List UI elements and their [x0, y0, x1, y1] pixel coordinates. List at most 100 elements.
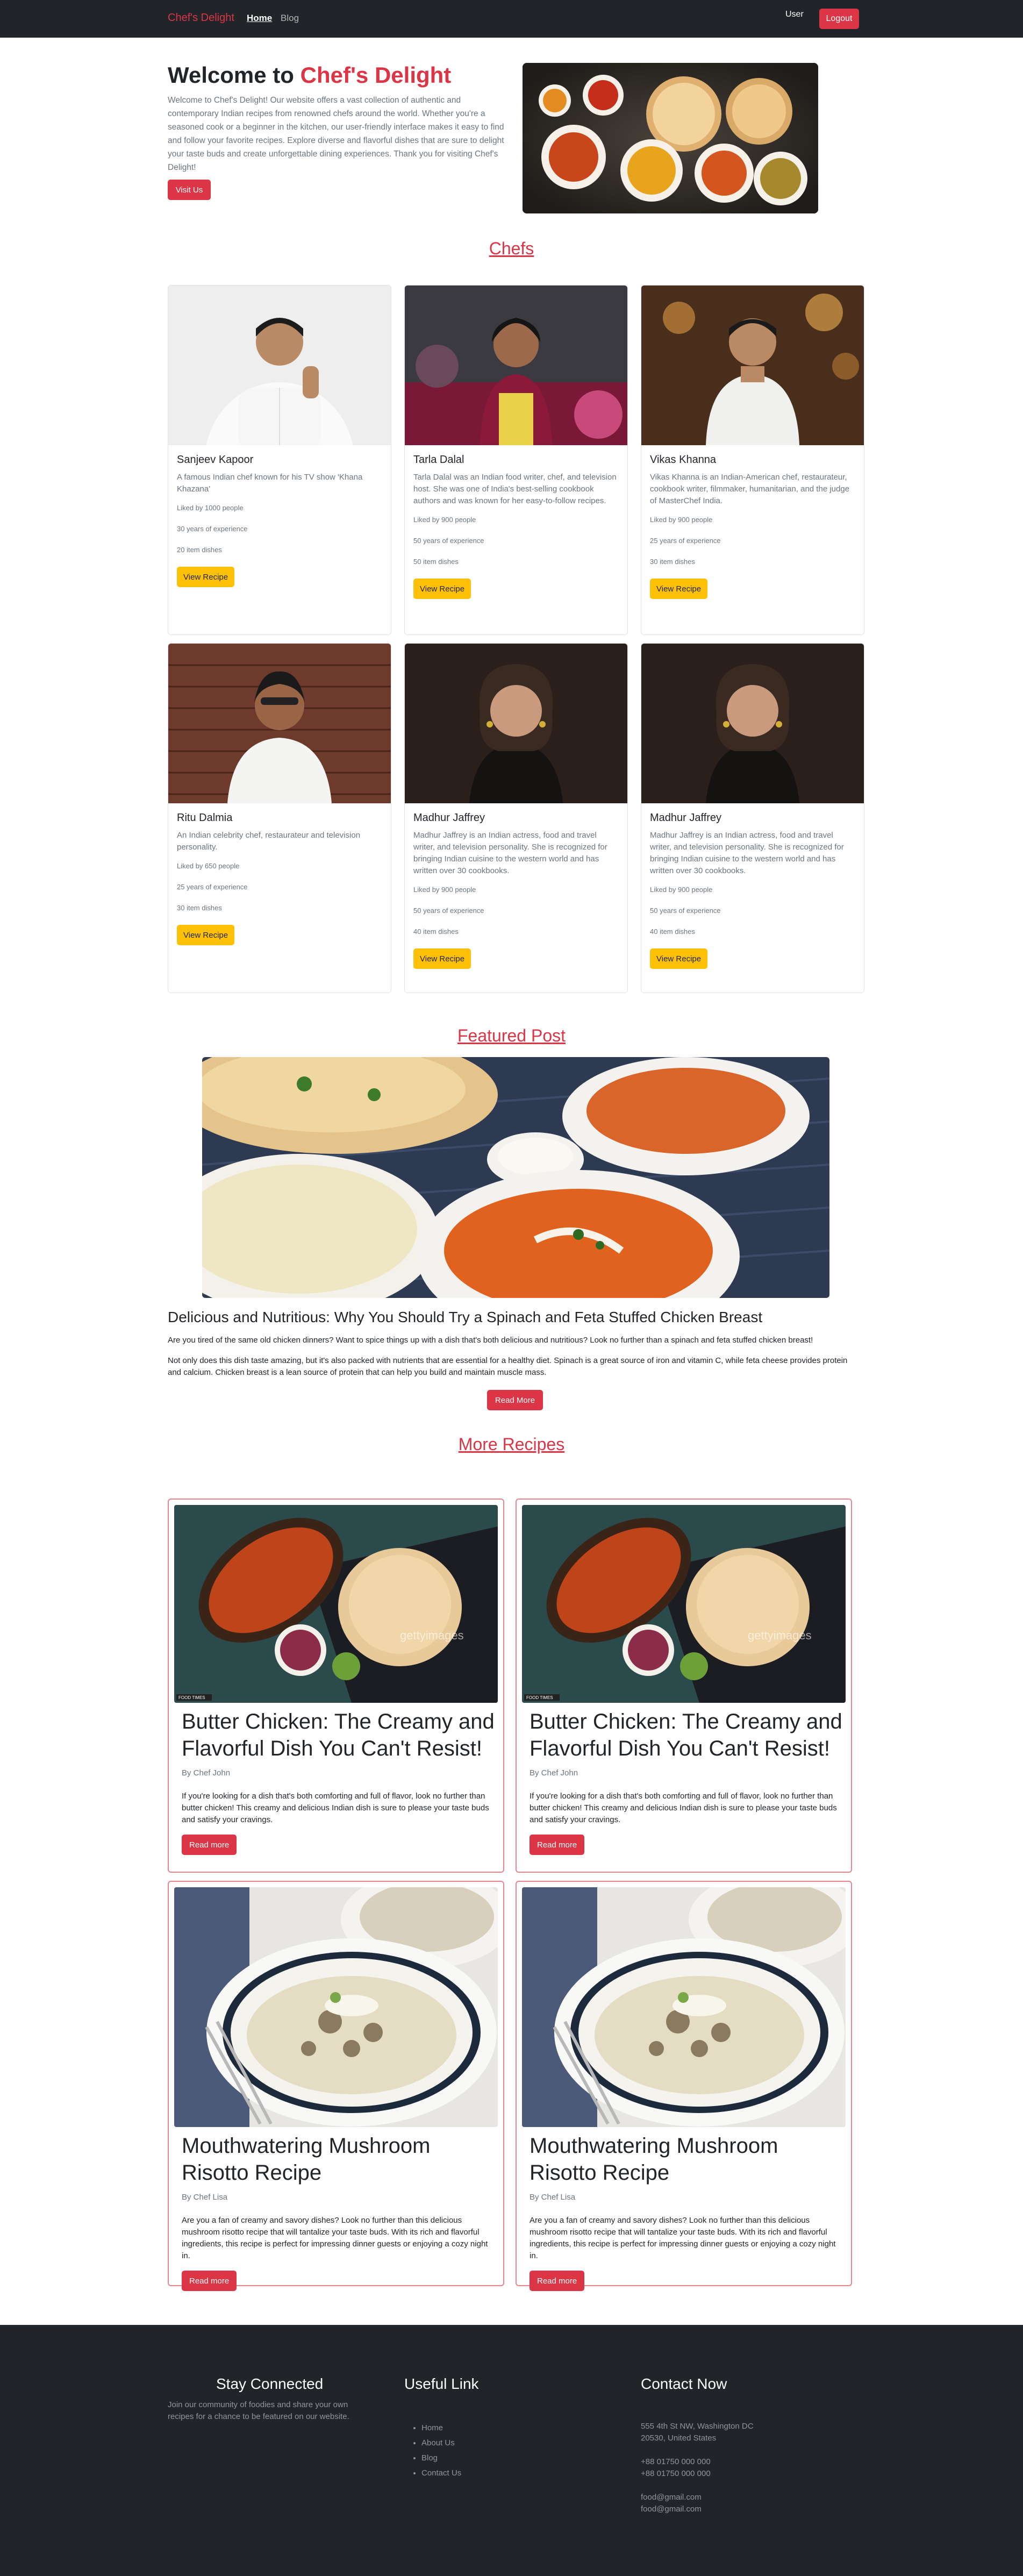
featured-section-title: Featured Post: [457, 1026, 566, 1045]
chef-name: Madhur Jaffrey: [650, 812, 722, 824]
recipe-author: By Chef Lisa: [182, 2193, 228, 2202]
view-recipe-button[interactable]: View Recipe: [650, 579, 708, 599]
hero-food-image: [523, 63, 818, 213]
recipe-image: [522, 1887, 846, 2127]
chef-likes: Liked by 1000 people: [177, 504, 244, 512]
chef-description: Vikas Khanna is an Indian-American chef,…: [650, 473, 850, 505]
hero-title-accent: Chef's Delight: [300, 62, 452, 88]
chef-name: Sanjeev Kapoor: [177, 454, 254, 466]
chef-description: Madhur Jaffrey is an Indian actress, foo…: [650, 831, 844, 875]
chef-experience: 50 years of experience: [650, 907, 721, 915]
recipe-image: gettyimages FOOD TIMES: [174, 1505, 498, 1703]
recipe-title: Mouthwatering Mushroom Risotto Recipe: [182, 2134, 431, 2185]
view-recipe-button[interactable]: View Recipe: [413, 948, 471, 969]
chef-dishes: 20 item dishes: [177, 546, 222, 554]
chef-dishes: 30 item dishes: [650, 558, 695, 566]
recipe-summary: If you're looking for a dish that's both…: [182, 1792, 489, 1824]
chef-likes: Liked by 900 people: [650, 516, 713, 524]
nav-blog-link[interactable]: Blog: [281, 13, 299, 24]
recipe-author: By Chef Lisa: [530, 2193, 576, 2202]
chef-photo: [405, 286, 627, 445]
hero-description: Welcome to Chef's Delight! Our website o…: [168, 96, 504, 172]
view-recipe-button[interactable]: View Recipe: [413, 579, 471, 599]
chef-likes: Liked by 650 people: [177, 862, 240, 870]
chef-experience: 30 years of experience: [177, 525, 248, 533]
chef-card: Ritu Dalmia An Indian celebrity chef, re…: [168, 643, 391, 993]
footer-links-list: Home About Us Blog Contact Us: [421, 2421, 461, 2481]
chef-description: A famous Indian chef known for his TV sh…: [177, 473, 363, 494]
chef-description: Madhur Jaffrey is an Indian actress, foo…: [413, 831, 607, 875]
recipe-image-watermark: gettyimages: [748, 1629, 812, 1642]
chef-experience: 50 years of experience: [413, 537, 484, 545]
footer-link-blog[interactable]: Blog: [421, 2451, 461, 2466]
hero-title: Welcome to Chef's Delight: [168, 62, 451, 88]
footer-stay-connected-text: Join our community of foodies and share …: [168, 2400, 349, 2421]
chef-likes: Liked by 900 people: [413, 886, 476, 894]
chefs-section-title: Chefs: [489, 239, 534, 258]
hero-title-prefix: Welcome to: [168, 62, 301, 88]
chef-photo: [168, 286, 391, 544]
read-more-button[interactable]: Read more: [530, 1835, 585, 1855]
featured-read-more-button[interactable]: Read More: [487, 1390, 543, 1410]
chef-experience: 25 years of experience: [650, 537, 721, 545]
nav-home-link[interactable]: Home: [247, 13, 272, 24]
chef-description: An Indian celebrity chef, restaurateur a…: [177, 831, 361, 852]
chef-dishes: 40 item dishes: [413, 927, 459, 936]
footer-address: 555 4th St NW, Washington DC 20530, Unit…: [641, 2422, 754, 2443]
chef-name: Madhur Jaffrey: [413, 812, 485, 824]
footer-link-home[interactable]: Home: [421, 2421, 461, 2436]
more-recipes-section-title: More Recipes: [458, 1435, 565, 1454]
chef-card: Madhur Jaffrey Madhur Jaffrey is an Indi…: [404, 643, 628, 993]
read-more-button[interactable]: Read more: [530, 2271, 585, 2291]
recipe-image-badge: FOOD TIMES: [526, 1695, 553, 1700]
chef-card: Vikas Khanna Vikas Khanna is an Indian-A…: [641, 285, 864, 635]
chef-name: Vikas Khanna: [650, 454, 717, 466]
read-more-button[interactable]: Read more: [182, 2271, 237, 2291]
featured-post-paragraph: Not only does this dish taste amazing, b…: [168, 1356, 848, 1377]
recipe-image: gettyimages FOOD TIMES: [522, 1505, 846, 1703]
chef-photo: [641, 286, 864, 445]
featured-post-title: Delicious and Nutritious: Why You Should…: [168, 1309, 763, 1325]
recipe-title: Butter Chicken: The Creamy and Flavorful…: [182, 1710, 495, 1760]
recipe-card: gettyimages FOOD TIMES Butter Chicken: T…: [168, 1498, 504, 1873]
recipe-author: By Chef John: [182, 1768, 231, 1778]
recipe-card: gettyimages FOOD TIMES Butter Chicken: T…: [516, 1498, 852, 1873]
chef-dishes: 50 item dishes: [413, 558, 459, 566]
chef-likes: Liked by 900 people: [413, 516, 476, 524]
recipe-image-badge: FOOD TIMES: [178, 1695, 205, 1700]
recipe-author: By Chef John: [530, 1768, 578, 1778]
chef-dishes: 30 item dishes: [177, 904, 222, 912]
recipe-title: Mouthwatering Mushroom Risotto Recipe: [530, 2134, 778, 2185]
featured-post-paragraph: Are you tired of the same old chicken di…: [168, 1336, 813, 1345]
read-more-button[interactable]: Read more: [182, 1835, 237, 1855]
chef-photo: [405, 644, 627, 803]
footer-link-about[interactable]: About Us: [421, 2436, 461, 2451]
brand-logo[interactable]: Chef's Delight: [168, 12, 234, 24]
footer-contact-title: Contact Now: [641, 2375, 727, 2392]
logout-button[interactable]: Logout: [819, 9, 859, 29]
view-recipe-button[interactable]: View Recipe: [177, 567, 235, 587]
footer-stay-connected-title: Stay Connected: [216, 2375, 324, 2392]
recipe-summary: Are you a fan of creamy and savory dishe…: [182, 2216, 488, 2260]
footer-phone: +88 01750 000 000: [641, 2457, 711, 2466]
chef-description: Tarla Dalal was an Indian food writer, c…: [413, 473, 617, 505]
featured-post-image: [202, 1057, 829, 1298]
footer-useful-links-title: Useful Link: [404, 2375, 479, 2392]
chef-experience: 25 years of experience: [177, 883, 248, 891]
chef-photo: [641, 644, 864, 803]
chef-card: Tarla Dalal Tarla Dalal was an Indian fo…: [404, 285, 628, 635]
chef-likes: Liked by 900 people: [650, 886, 713, 894]
view-recipe-button[interactable]: View Recipe: [650, 948, 708, 969]
chef-dishes: 40 item dishes: [650, 927, 695, 936]
recipe-summary: If you're looking for a dish that's both…: [530, 1792, 837, 1824]
footer-email[interactable]: food@gmail.com: [641, 2492, 702, 2503]
footer-link-contact[interactable]: Contact Us: [421, 2466, 461, 2481]
recipe-image: [174, 1887, 498, 2127]
chef-experience: 50 years of experience: [413, 907, 484, 915]
chef-card: Madhur Jaffrey Madhur Jaffrey is an Indi…: [641, 643, 864, 993]
footer-email[interactable]: food@gmail.com: [641, 2503, 702, 2515]
nav-user-label[interactable]: User: [785, 10, 804, 19]
recipe-summary: Are you a fan of creamy and savory dishe…: [530, 2216, 836, 2260]
visit-us-button[interactable]: Visit Us: [168, 180, 211, 200]
view-recipe-button[interactable]: View Recipe: [177, 925, 235, 945]
